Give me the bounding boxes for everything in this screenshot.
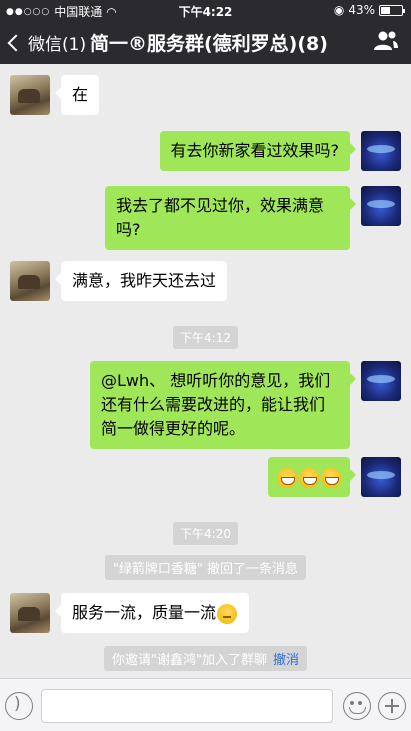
message-input[interactable] — [41, 689, 333, 723]
battery-percent: 43% — [348, 3, 375, 17]
avatar[interactable] — [10, 593, 50, 633]
nav-bar: 微信(1) 简一®服务群(德利罗总)(8) — [0, 20, 411, 64]
timestamp: 下午4:20 — [0, 522, 411, 545]
lock-rotation-icon: ◉ — [333, 3, 345, 17]
timestamp: 下午4:12 — [0, 326, 411, 349]
back-button[interactable]: 微信(1) — [7, 30, 87, 55]
avatar[interactable] — [361, 361, 401, 401]
plus-icon[interactable] — [378, 692, 406, 720]
message-bubble[interactable]: 有去你新家看过效果吗? — [159, 131, 356, 171]
grinning-face-icon — [321, 467, 341, 488]
message-bubble[interactable]: 服务一流，质量一流 — [54, 593, 250, 633]
message-text: 服务一流，质量一流 — [72, 603, 217, 622]
chat-title: 简一®服务群(德利罗总)(8) — [90, 33, 328, 55]
undo-link[interactable]: 撤消 — [273, 653, 299, 668]
battery-icon — [379, 4, 405, 16]
top-bar: ●●○○○ 中国联通 ◠ 下午4:22 ◉ 43% 微信(1) 简一®服务群(德… — [0, 0, 411, 64]
status-bar: ●●○○○ 中国联通 ◠ 下午4:22 ◉ 43% — [0, 0, 411, 20]
system-notice: 你邀请"谢鑫鸿"加入了群聊 撤消 — [0, 646, 411, 671]
avatar[interactable] — [361, 457, 401, 497]
message-bubble[interactable]: 我去了都不见过你，效果满意吗? — [105, 186, 356, 250]
input-bar — [0, 678, 411, 731]
avatar[interactable] — [10, 261, 50, 301]
invite-text: 你邀请"谢鑫鸿"加入了群聊 — [112, 653, 267, 668]
grinning-face-icon — [299, 467, 319, 488]
grinning-face-icon — [277, 467, 297, 488]
message-bubble[interactable]: 满意，我昨天还去过 — [54, 261, 228, 301]
avatar[interactable] — [361, 131, 401, 171]
thinking-face-icon — [217, 603, 238, 624]
voice-icon[interactable] — [5, 692, 33, 720]
emoji-icon[interactable] — [343, 692, 371, 720]
message-bubble[interactable]: @Lwh、 想听听你的意见，我们还有什么需要改进的，能让我们简一做得更好的呢。 — [90, 361, 356, 449]
chat-area[interactable]: 在 有去你新家看过效果吗? 我去了都不见过你，效果满意吗? 满意，我昨天还去过 … — [0, 64, 411, 678]
message-bubble[interactable] — [268, 457, 356, 497]
group-members-icon[interactable] — [373, 30, 399, 52]
avatar[interactable] — [10, 75, 50, 115]
chevron-left-icon — [7, 34, 25, 51]
system-notice: "绿箭牌口香糖" 撤回了一条消息 — [0, 555, 411, 580]
avatar[interactable] — [361, 186, 401, 226]
message-bubble[interactable]: 在 — [54, 75, 100, 115]
back-label: 微信(1) — [28, 35, 87, 55]
